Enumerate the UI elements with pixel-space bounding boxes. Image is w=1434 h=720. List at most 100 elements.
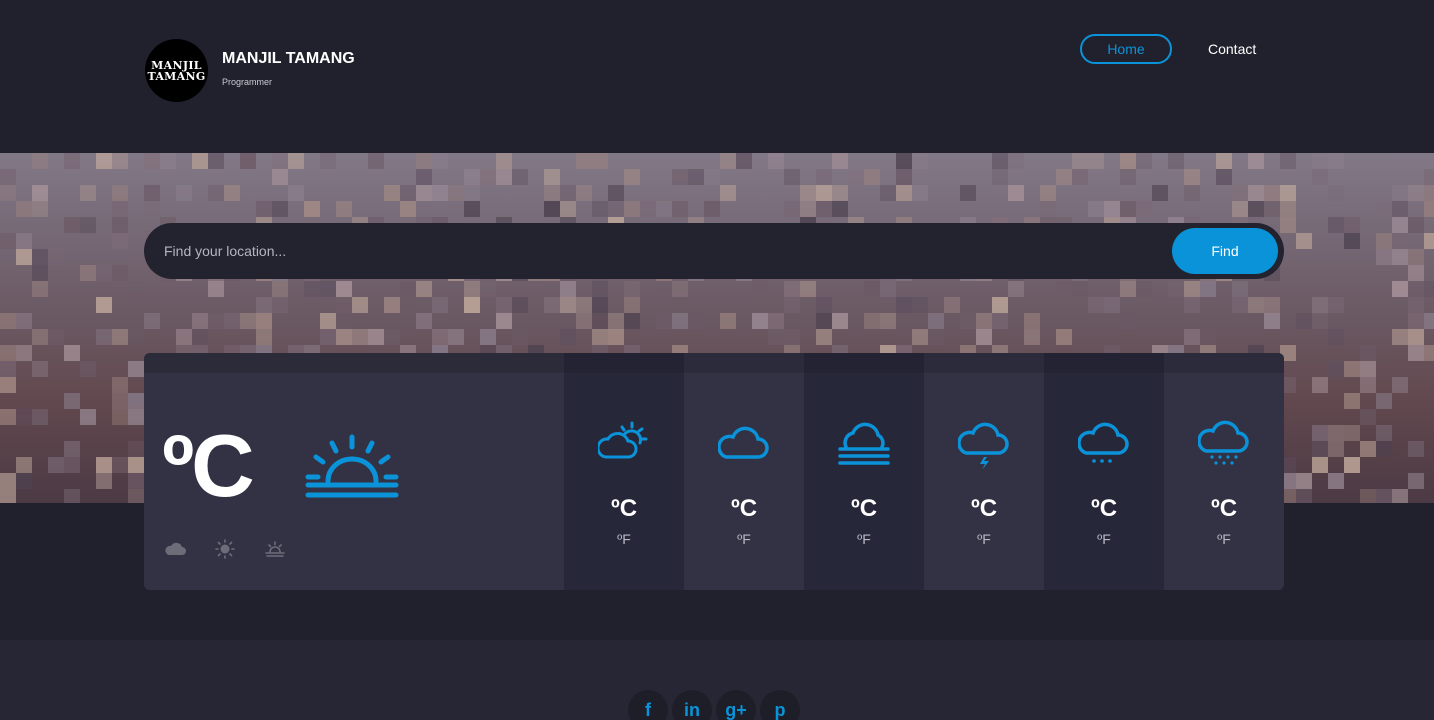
hero-pixel [320,281,336,297]
hero-pixel [592,153,608,169]
hero-pixel [800,185,816,201]
hero-pixel [592,201,608,217]
hero-pixel [1408,473,1424,489]
hero-pixel [912,153,928,169]
hero-pixel [288,153,304,169]
hero-pixel [1392,249,1408,265]
hero-pixel [304,281,320,297]
hero-pixel [112,409,128,425]
hero-pixel [112,201,128,217]
hero-pixel [416,169,432,185]
hero-pixel [864,169,880,185]
hero-pixel [1312,377,1328,393]
hero-pixel [816,313,832,329]
hero-pixel [1136,153,1152,169]
hero-pixel [1184,185,1200,201]
hero-pixel [1376,393,1392,409]
hero-pixel [320,153,336,169]
hero-pixel [1408,217,1424,233]
hero-pixel [1360,345,1376,361]
hero-pixel [1328,217,1344,233]
location-search-input[interactable] [164,223,1164,279]
logo[interactable]: MANJIL TAMANG [145,39,208,102]
hero-pixel [464,297,480,313]
hero-pixel [1376,489,1392,503]
hero-pixel [1184,281,1200,297]
hero-pixel [64,457,80,473]
hero-pixel [256,201,272,217]
hero-pixel [128,473,144,489]
hero-pixel [512,329,528,345]
hero-pixel [784,329,800,345]
forecast-day-top-strip [564,353,684,373]
nav-contact-link[interactable]: Contact [1208,41,1256,57]
hero-pixel [400,201,416,217]
hero-pixel [624,169,640,185]
hero-pixel [0,345,16,361]
hero-pixel [112,457,128,473]
hero-pixel [112,329,128,345]
forecast-temp-celsius: ºC [730,495,758,522]
hero-pixel [432,153,448,169]
hero-pixel [896,185,912,201]
hero-pixel [1360,409,1376,425]
hero-pixel [896,169,912,185]
hero-pixel [1312,169,1328,185]
forecast-temp-fahrenheit: ºF [1217,531,1231,547]
hero-pixel [560,329,576,345]
hero-pixel [1344,393,1360,409]
hero-pixel [992,297,1008,313]
hero-pixel [1424,201,1434,217]
hero-pixel [1280,217,1296,233]
nav-home-link[interactable]: Home [1080,34,1172,64]
hero-pixel [864,281,880,297]
hero-pixel [656,313,672,329]
hero-pixel [336,201,352,217]
hero-pixel [1264,185,1280,201]
hero-pixel [1088,297,1104,313]
hero-pixel [992,313,1008,329]
hero-pixel [128,441,144,457]
brand-subtitle: Programmer [222,77,273,87]
hero-pixel [672,169,688,185]
hero-pixel [128,281,144,297]
hero-pixel [1312,153,1328,169]
hero-pixel [768,153,784,169]
hero-pixel [96,297,112,313]
hero-pixel [1344,361,1360,377]
hero-pixel [1248,201,1264,217]
hero-pixel [688,169,704,185]
forecast-day-top-strip [1164,353,1284,373]
hero-pixel [1360,377,1376,393]
hero-pixel [1376,249,1392,265]
hero-pixel [1360,441,1376,457]
hero-pixel [96,153,112,169]
hero-pixel [112,185,128,201]
hero-pixel [1088,201,1104,217]
hero-pixel [720,185,736,201]
hero-pixel [1184,169,1200,185]
hero-pixel [448,185,464,201]
hero-pixel [784,201,800,217]
hero-pixel [0,377,16,393]
hero-pixel [1392,217,1408,233]
find-button[interactable]: Find [1172,228,1278,274]
hero-pixel [544,201,560,217]
hero-pixel [464,169,480,185]
hero-pixel [112,265,128,281]
hero-pixel [400,297,416,313]
forecast-day: ºC ºF [684,353,804,590]
hero-pixel [1408,185,1424,201]
hero-pixel [912,297,928,313]
hero-pixel [496,169,512,185]
hero-pixel [1168,153,1184,169]
hero-pixel [0,361,16,377]
hero-pixel [128,329,144,345]
hero-pixel [1328,473,1344,489]
sunrise-icon [265,541,285,557]
hero-pixel [496,153,512,169]
hero-pixel [1344,457,1360,473]
hero-pixel [624,281,640,297]
hero-pixel [1280,153,1296,169]
hero-pixel [832,185,848,201]
